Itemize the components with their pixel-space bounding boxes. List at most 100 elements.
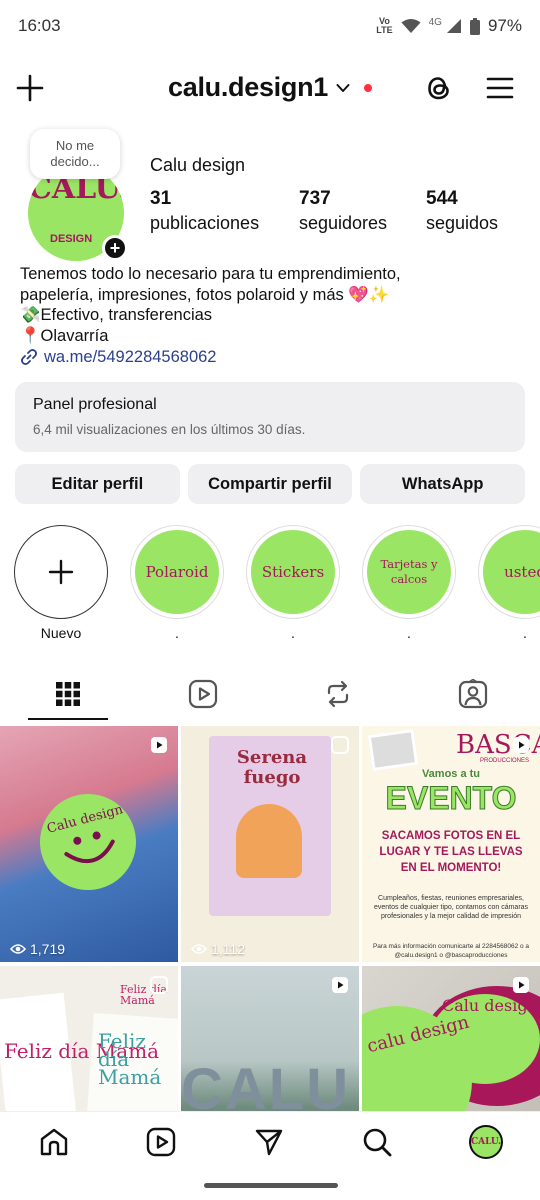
highlight-label: .: [175, 625, 179, 641]
stat-followers-label: seguidores: [299, 213, 388, 233]
stat-following-value: 544: [426, 188, 458, 209]
bio-link-text[interactable]: wa.me/5492284568062: [44, 347, 216, 368]
highlight-cover: Tarjetas y calcos: [367, 530, 451, 614]
stat-followers-value: 737: [299, 188, 331, 209]
post-image-text: Serena fuego: [236, 747, 308, 788]
add-story-plus-icon[interactable]: +: [102, 235, 128, 261]
post-image-text: Feliz día Mamá: [120, 983, 167, 1007]
account-switcher[interactable]: calu.design1: [0, 72, 540, 103]
stat-following[interactable]: 544 seguidos: [426, 187, 498, 235]
stat-following-label: seguidos: [426, 213, 499, 233]
post-thumbnail[interactable]: CALU: [181, 966, 359, 1111]
eye-icon: [10, 944, 26, 954]
bio-line: 📍Olavarría: [20, 326, 109, 345]
display-name: Calu design: [150, 155, 246, 175]
reel-icon: [332, 977, 348, 993]
highlight-ring: Tarjetas y calcos: [362, 525, 456, 619]
tab-tagged[interactable]: [405, 665, 540, 723]
view-count: 1,719: [10, 941, 65, 957]
avatar-logo-sub: DESIGN: [50, 233, 93, 245]
profile-header: calu.design1: [0, 60, 540, 116]
nav-messages[interactable]: [251, 1124, 287, 1160]
nav-profile[interactable]: CALU.: [468, 1124, 504, 1160]
reel-icon: [151, 737, 167, 753]
chevron-down-icon: [336, 83, 350, 92]
menu-icon[interactable]: [484, 72, 516, 104]
bio-link[interactable]: wa.me/5492284568062: [20, 347, 530, 368]
search-icon: [363, 1128, 392, 1157]
panel-subtitle: 6,4 mil visualizaciones en los últimos 3…: [33, 422, 306, 437]
signal-icon: [446, 19, 461, 33]
tab-active-indicator: [28, 718, 108, 720]
post-thumbnail[interactable]: Feliz día Mamá Feliz día Mamá Feliz día …: [0, 966, 178, 1111]
stat-followers[interactable]: 737 seguidores: [299, 187, 387, 235]
tab-grid[interactable]: [0, 665, 135, 723]
threads-icon[interactable]: [423, 72, 455, 104]
status-time: 16:03: [18, 16, 61, 35]
nav-home[interactable]: [36, 1124, 72, 1160]
highlight-item[interactable]: usted .: [477, 525, 540, 641]
post-image-text: Vamos a tu: [421, 768, 481, 780]
highlight-label: Nuevo: [40, 625, 82, 641]
tagged-user-icon: [458, 679, 487, 709]
story-highlights: Nuevo Polaroid . Stickers . Tarjetas y c…: [0, 525, 540, 650]
reels-icon: [188, 679, 217, 709]
edit-profile-button[interactable]: Editar perfil: [15, 464, 180, 504]
post-image-text: Para más información comunicarte al 2284…: [372, 943, 530, 959]
highlight-item[interactable]: Polaroid .: [129, 525, 225, 641]
home-indicator[interactable]: [204, 1183, 338, 1188]
status-bar: 16:03 Vo LTE 4G 97%: [0, 0, 540, 52]
stat-posts[interactable]: 31 publicaciones: [150, 187, 259, 235]
send-icon: [255, 1129, 283, 1156]
post-sticker-image: Calu design: [29, 783, 147, 901]
content-tabs: [0, 665, 540, 723]
view-count-value: 1,719: [30, 941, 66, 957]
reel-icon: [513, 737, 529, 753]
stat-posts-label: publicaciones: [150, 213, 260, 233]
highlight-item[interactable]: Stickers .: [245, 525, 341, 641]
highlight-new-circle: [14, 525, 108, 619]
battery-icon: [469, 17, 480, 35]
bio: Tenemos todo lo necesario para tu empren…: [20, 264, 530, 368]
post-image-text: Cumpleaños, fiestas, reuniones empresari…: [373, 895, 529, 920]
volte-indicator: Vo LTE: [376, 16, 393, 35]
link-icon: [21, 349, 37, 366]
carousel-icon: [150, 976, 168, 994]
tab-reels[interactable]: [135, 665, 270, 723]
whatsapp-button[interactable]: WhatsApp: [360, 464, 526, 504]
highlight-item[interactable]: Tarjetas y calcos .: [361, 525, 457, 641]
highlight-label: .: [523, 625, 527, 641]
avatar[interactable]: CALU. DESIGN +: [28, 165, 128, 261]
highlight-cover: Stickers: [251, 530, 335, 614]
profile-section: CALU. DESIGN + No me decido... Calu desi…: [0, 125, 540, 265]
post-thumbnail[interactable]: BASCA PRODUCCIONES Vamos a tu EVENTO SAC…: [362, 726, 540, 962]
carousel-icon: [331, 736, 349, 754]
highlight-new[interactable]: Nuevo: [13, 525, 109, 641]
username: calu.design1: [168, 72, 328, 102]
professional-dashboard[interactable]: Panel profesional 6,4 mil visualizacione…: [15, 382, 525, 452]
nav-reels[interactable]: [143, 1124, 179, 1160]
post-thumbnail[interactable]: Calu design calu design: [362, 966, 540, 1111]
post-image-text: SACAMOS FOTOS EN EL LUGAR Y TE LAS LLEVA…: [379, 830, 523, 874]
highlight-label: .: [291, 625, 295, 641]
post-brand-sub: PRODUCCIONES: [480, 758, 530, 764]
note-bubble[interactable]: No me decido...: [30, 129, 120, 179]
network-type: 4G: [428, 16, 442, 28]
highlight-label: .: [407, 625, 411, 641]
tab-reposts[interactable]: [270, 665, 405, 723]
highlight-cover: usted: [483, 530, 540, 614]
eye-icon: [191, 944, 207, 954]
grid-icon: [55, 682, 80, 706]
post-photo-image: [367, 728, 419, 772]
notification-dot: [363, 83, 372, 92]
highlight-ring: usted: [478, 525, 540, 619]
highlight-ring: Polaroid: [130, 525, 224, 619]
bio-line: Tenemos todo lo necesario para tu empren…: [20, 265, 401, 283]
post-image-text: EVENTO: [385, 780, 517, 817]
battery-level: 97%: [487, 16, 522, 35]
nav-search[interactable]: [359, 1124, 395, 1160]
post-thumbnail[interactable]: Calu design 1,719: [0, 726, 178, 962]
share-profile-button[interactable]: Compartir perfil: [187, 464, 353, 504]
post-thumbnail[interactable]: Serena fuego 1,112: [181, 726, 359, 962]
view-count-value: 1,112: [211, 941, 245, 957]
